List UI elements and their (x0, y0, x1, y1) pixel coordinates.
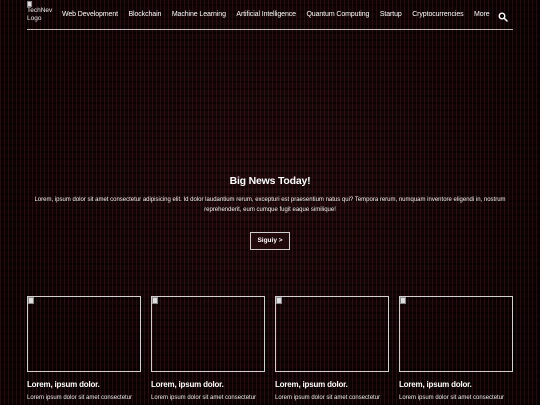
nav-item-web-development[interactable]: Web Development (62, 11, 118, 18)
nav-item-startup[interactable]: Startup (380, 11, 402, 18)
article-card[interactable]: Lorem, ipsum dolor. Lorem ipsum dolor si… (151, 296, 265, 401)
article-card[interactable]: Lorem, ipsum dolor. Lorem ipsum dolor si… (275, 296, 389, 401)
nav-item-machine-learning[interactable]: Machine Learning (172, 11, 226, 18)
broken-image-icon (28, 297, 34, 304)
hero-button[interactable]: Siguiy > (250, 232, 290, 250)
broken-image-icon (276, 297, 282, 304)
broken-image-icon (400, 297, 406, 304)
search-icon[interactable] (498, 9, 508, 22)
card-title[interactable]: Lorem, ipsum dolor. (275, 380, 389, 389)
hero-text: Lorem, ipsum dolor sit amet consectetur … (34, 197, 506, 213)
navbar: TechNev Logo Web Development Blockchain … (27, 0, 513, 30)
card-title[interactable]: Lorem, ipsum dolor. (399, 380, 513, 389)
card-image[interactable] (27, 296, 141, 372)
card-image[interactable] (275, 296, 389, 372)
card-text: Lorem ipsum dolor sit amet consectetur (27, 395, 133, 401)
nav-item-more[interactable]: More (474, 11, 490, 18)
nav-item-blockchain[interactable]: Blockchain (128, 11, 161, 18)
card-image[interactable] (151, 296, 265, 372)
card-image[interactable] (399, 296, 513, 372)
card-text: Lorem ipsum dolor sit amet consectetur (275, 395, 381, 401)
nav-item-quantum-computing[interactable]: Quantum Computing (306, 11, 369, 18)
card-title[interactable]: Lorem, ipsum dolor. (151, 380, 265, 389)
site-logo[interactable]: TechNev Logo (27, 0, 55, 29)
nav-item-artificial-intelligence[interactable]: Artificial Intelligence (236, 11, 296, 18)
card-text: Lorem ipsum dolor sit amet consectetur (399, 395, 505, 401)
hero-title: Big News Today! (229, 175, 311, 187)
card-text: Lorem ipsum dolor sit amet consectetur (151, 395, 257, 401)
logo-alt-text: TechNev Logo (27, 6, 53, 22)
article-card[interactable]: Lorem, ipsum dolor. Lorem ipsum dolor si… (27, 296, 141, 401)
broken-image-icon (27, 0, 32, 7)
nav-menu: Web Development Blockchain Machine Learn… (62, 11, 500, 18)
card-title[interactable]: Lorem, ipsum dolor. (27, 380, 141, 389)
hero-section: Big News Today! Lorem, ipsum dolor sit a… (0, 175, 540, 250)
broken-image-icon (152, 297, 158, 304)
article-card[interactable]: Lorem, ipsum dolor. Lorem ipsum dolor si… (399, 296, 513, 401)
nav-item-cryptocurrencies[interactable]: Cryptocurrencies (412, 11, 463, 18)
